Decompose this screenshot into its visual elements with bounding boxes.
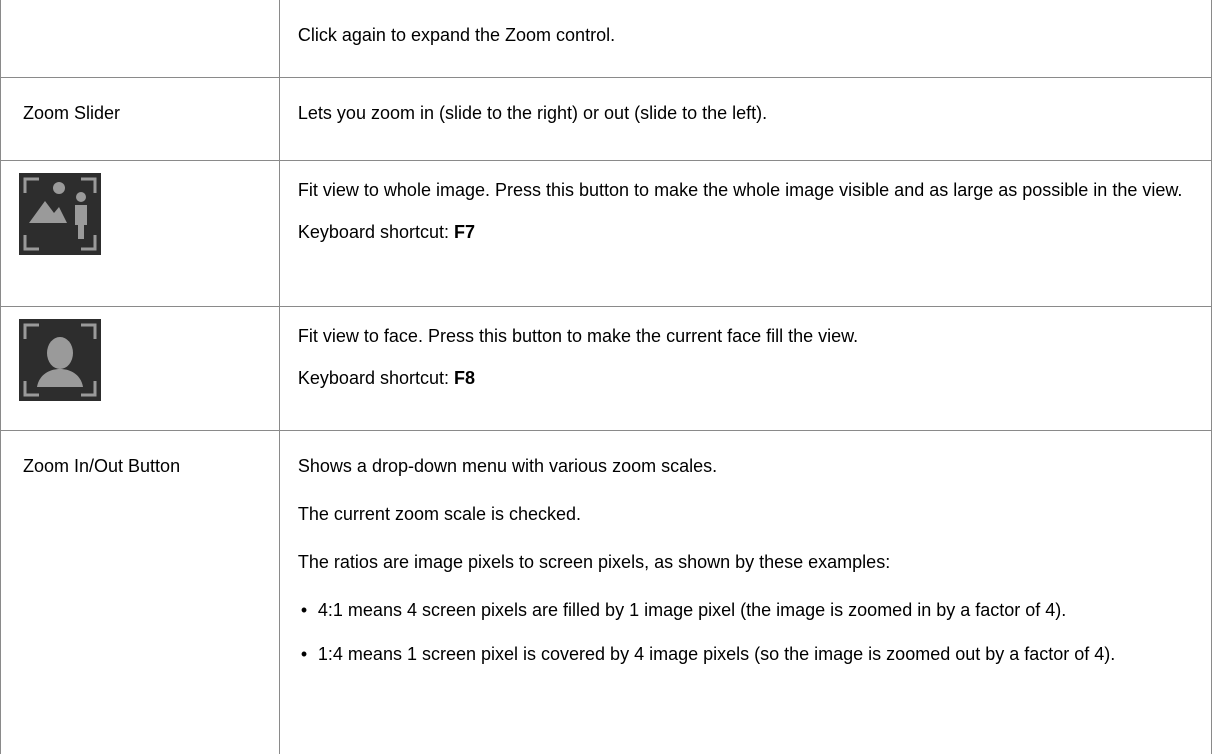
fit-face-shortcut: Keyboard shortcut: F8 xyxy=(298,365,1193,391)
row-description-cell: Shows a drop-down menu with various zoom… xyxy=(279,430,1212,754)
row-description-cell: Lets you zoom in (slide to the right) or… xyxy=(279,77,1212,161)
list-item-text: 4:1 means 4 screen pixels are filled by … xyxy=(317,599,1067,620)
zoom-button-paragraph: The current zoom scale is checked. xyxy=(297,503,582,524)
zoom-button-label: Zoom In/Out Button xyxy=(23,455,181,476)
row-description-cell: Click again to expand the Zoom control. xyxy=(279,0,1212,78)
row-label-cell: Zoom Slider xyxy=(0,77,280,161)
shortcut-label: Keyboard shortcut: xyxy=(297,221,454,242)
row-description-cell: Fit view to face. Press this button to m… xyxy=(279,306,1212,431)
list-item: • 4:1 means 4 screen pixels are filled by… xyxy=(298,597,1193,623)
table-row-zoom-button: Zoom In/Out Button Shows a drop-down men… xyxy=(0,430,1212,754)
shortcut-key: F7 xyxy=(454,221,476,242)
bullet-icon: • xyxy=(300,643,308,664)
zoom-button-paragraph: The ratios are image pixels to screen pi… xyxy=(297,551,891,572)
zoom-slider-description: Lets you zoom in (slide to the right) or… xyxy=(297,102,768,123)
table-row-fit-image: Fit view to whole image. Press this butt… xyxy=(0,160,1212,307)
table-row-zoom-slider: Zoom Slider Lets you zoom in (slide to t… xyxy=(0,77,1212,161)
shortcut-label: Keyboard shortcut: xyxy=(297,367,454,388)
fit-image-description: Fit view to whole image. Press this butt… xyxy=(297,179,1183,200)
list-item: • 1:4 means 1 screen pixel is covered by … xyxy=(298,641,1193,667)
row-label xyxy=(1,0,279,22)
row-icon-cell xyxy=(0,160,280,307)
expand-description: Click again to expand the Zoom control. xyxy=(297,25,616,45)
fit-image-shortcut: Keyboard shortcut: F7 xyxy=(298,219,1193,245)
table-row-fit-face: Fit view to face. Press this button to m… xyxy=(0,306,1212,431)
zoom-button-paragraph: Shows a drop-down menu with various zoom… xyxy=(297,455,718,476)
fit-face-icon xyxy=(19,318,101,401)
fit-face-description: Fit view to face. Press this button to m… xyxy=(297,325,859,346)
reference-table: Click again to expand the Zoom control. … xyxy=(0,0,1212,754)
row-label-cell: Zoom In/Out Button xyxy=(0,430,280,754)
shortcut-key: F8 xyxy=(454,367,476,388)
zoom-slider-label: Zoom Slider xyxy=(23,102,121,123)
table-row-expand: Click again to expand the Zoom control. xyxy=(0,0,1212,78)
fit-whole-image-icon xyxy=(19,172,101,255)
row-icon-cell xyxy=(0,306,280,431)
bullet-icon: • xyxy=(300,599,308,620)
row-label-cell xyxy=(0,0,280,78)
list-item-text: 1:4 means 1 screen pixel is covered by 4… xyxy=(317,643,1116,664)
row-description-cell: Fit view to whole image. Press this butt… xyxy=(279,160,1212,307)
zoom-examples-list: • 4:1 means 4 screen pixels are filled by… xyxy=(298,597,1193,667)
